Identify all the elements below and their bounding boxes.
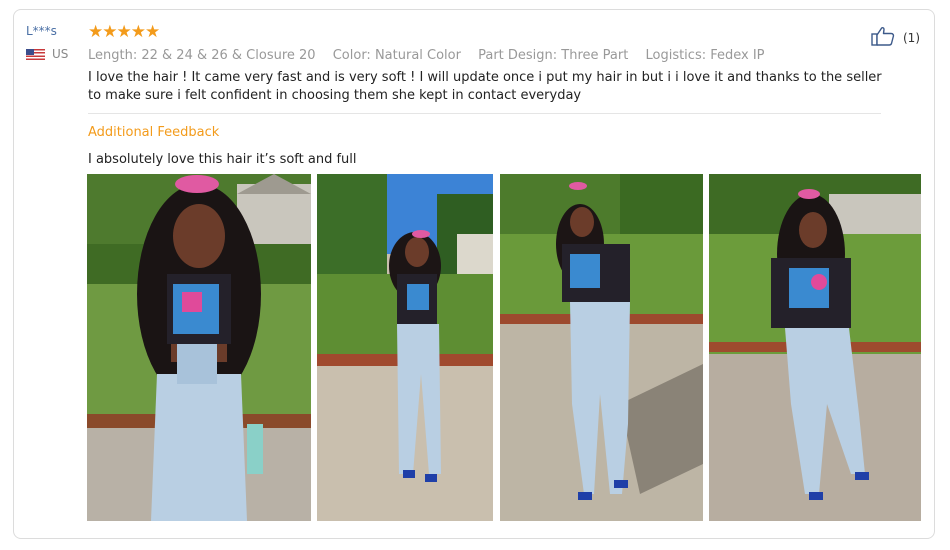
us-flag-icon xyxy=(26,48,45,60)
helpful-count: (1) xyxy=(903,30,920,45)
attribute-color: Color: Natural Color xyxy=(332,48,461,63)
attribute-part-design: Part Design: Three Part xyxy=(478,48,629,63)
reviewer-name: L***s xyxy=(26,24,57,38)
additional-feedback-title: Additional Feedback xyxy=(88,125,220,140)
reviewer-country: US xyxy=(26,47,68,61)
product-attributes: Length: 22 & 24 & 26 & Closure 20 Color:… xyxy=(88,48,888,63)
reviewer-info: L***s US xyxy=(26,24,68,61)
review-photo-1[interactable] xyxy=(87,174,311,521)
review-text: I love the hair ! It came very fast and … xyxy=(88,70,882,103)
review-photos xyxy=(87,174,921,521)
divider xyxy=(88,113,881,114)
additional-feedback-text: I absolutely love this hair it’s soft an… xyxy=(88,152,357,167)
star-rating: ★★★★★ xyxy=(88,22,160,42)
review-photo-2[interactable] xyxy=(317,174,493,521)
review-content: ★★★★★ Length: 22 & 24 & 26 & Closure 20 … xyxy=(88,24,888,167)
attribute-length: Length: 22 & 24 & 26 & Closure 20 xyxy=(88,48,316,63)
review-card: L***s US ★★★★★ Length: 22 & 24 & 26 & Cl… xyxy=(13,9,935,539)
review-photo-3[interactable] xyxy=(500,174,703,521)
thumbs-up-icon[interactable] xyxy=(871,26,895,49)
attribute-logistics: Logistics: Fedex IP xyxy=(645,48,765,63)
helpful-button[interactable]: (1) xyxy=(871,26,920,49)
country-code: US xyxy=(52,47,69,61)
review-photo-4[interactable] xyxy=(709,174,921,521)
